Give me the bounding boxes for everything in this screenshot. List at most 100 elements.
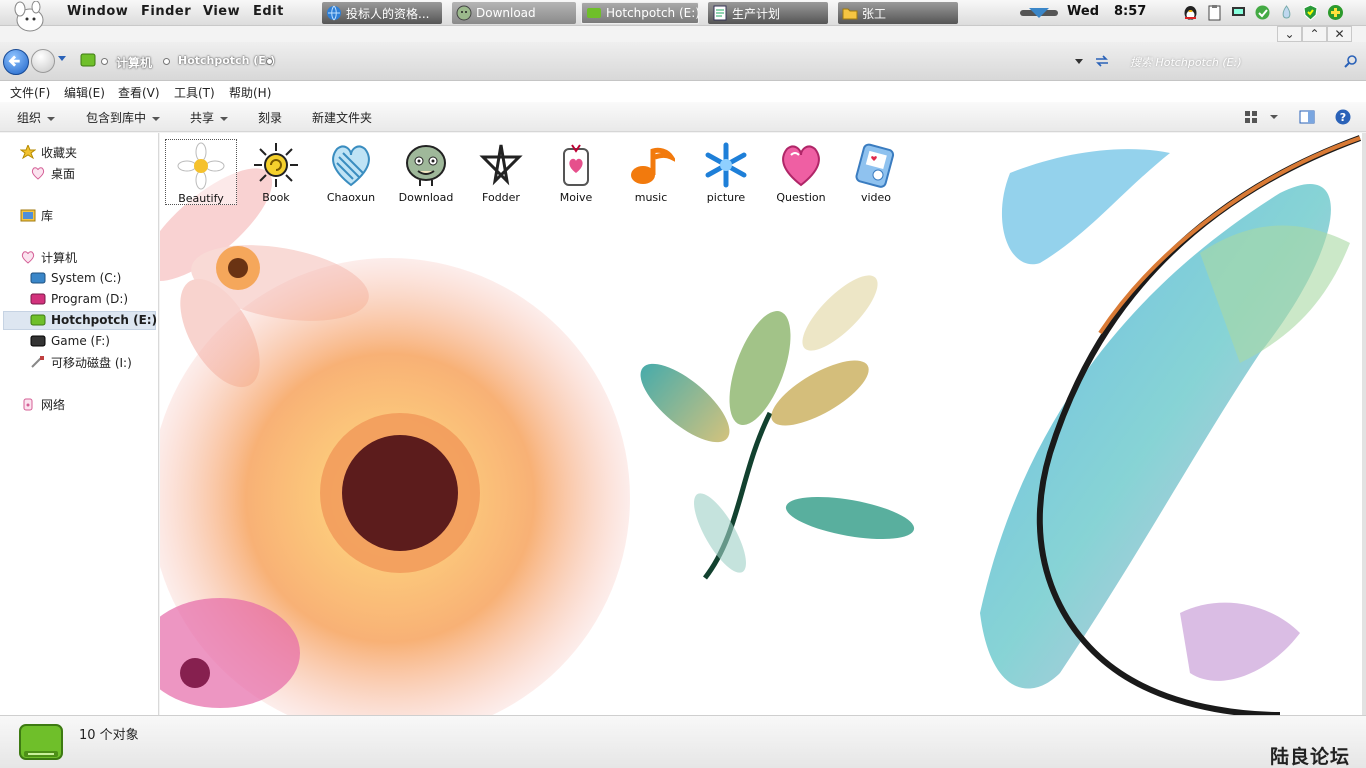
chevron-down-icon: [220, 116, 229, 121]
maximize-button[interactable]: ⌃: [1302, 26, 1327, 42]
drive-green-icon: [80, 53, 96, 67]
sidebar-item-network[interactable]: 网络: [20, 394, 65, 414]
network-cable-icon[interactable]: [1230, 4, 1247, 21]
heart-outline-icon: [31, 167, 45, 180]
navigation-pane: 收藏夹 桌面 库 计算机 System (C:) Program (D:) Ho…: [0, 133, 159, 715]
organize-button[interactable]: 组织: [17, 109, 56, 126]
breadcrumb-drive[interactable]: Hotchpotch (E:): [178, 54, 275, 67]
wallpaper-image: [160, 135, 1362, 715]
drive-blue-icon: [30, 272, 46, 284]
history-dropdown-icon[interactable]: [58, 56, 66, 61]
security-shield-icon[interactable]: [1254, 4, 1271, 21]
task-button-hotchpotch[interactable]: Hotchpotch (E:): [581, 2, 699, 24]
sidebar-item-drive-d[interactable]: Program (D:): [30, 289, 128, 309]
update-plus-icon[interactable]: [1327, 4, 1344, 21]
snowflake-icon: [705, 142, 747, 188]
menu-file[interactable]: 文件(F): [10, 84, 50, 101]
clock-time[interactable]: 8:57: [1114, 4, 1146, 19]
folder-item-video[interactable]: video: [840, 139, 912, 205]
network-icon: [23, 398, 33, 411]
menu-tools[interactable]: 工具(T): [174, 84, 215, 101]
sidebar-item-drive-i[interactable]: 可移动磁盘 (I:): [30, 352, 132, 372]
water-drop-icon[interactable]: [1278, 4, 1295, 21]
drive-green-large-icon: [19, 724, 63, 760]
folder-item-beautify[interactable]: Beautify: [165, 139, 237, 205]
folder-face-icon: [456, 5, 472, 21]
globe-icon: [327, 5, 341, 21]
sidebar-item-computer[interactable]: 计算机: [20, 247, 77, 267]
clipboard-icon[interactable]: [1206, 4, 1223, 21]
menu-edit[interactable]: Edit: [253, 4, 284, 19]
close-button[interactable]: ✕: [1327, 26, 1352, 42]
help-icon[interactable]: ?: [1335, 109, 1351, 125]
breadcrumb-separator[interactable]: [101, 58, 108, 65]
view-dropdown-icon[interactable]: [1270, 115, 1278, 119]
task-button-plan[interactable]: 生产计划: [708, 2, 828, 24]
menu-window[interactable]: Window: [67, 4, 128, 19]
minimize-button[interactable]: ⌄: [1277, 26, 1302, 42]
antivirus-shield-icon[interactable]: [1302, 4, 1319, 21]
refresh-icon[interactable]: [1094, 54, 1110, 68]
sidebar-item-favorites[interactable]: 收藏夹: [20, 142, 77, 162]
folder-yellow-icon: [842, 8, 858, 20]
star-doodle-icon: [479, 144, 523, 186]
menu-bar: 文件(F) 编辑(E) 查看(V) 工具(T) 帮助(H): [0, 81, 1366, 102]
heart-outline-icon: [21, 251, 35, 264]
new-folder-button[interactable]: 新建文件夹: [312, 109, 372, 126]
folder-item-music[interactable]: music: [615, 139, 687, 205]
menu-help[interactable]: 帮助(H): [229, 84, 271, 101]
folder-item-download[interactable]: Download: [390, 139, 462, 205]
scrollbar-track[interactable]: [1362, 133, 1366, 715]
address-dropdown-icon[interactable]: [1075, 59, 1083, 64]
folder-item-moive[interactable]: Moive: [540, 139, 612, 205]
menu-view[interactable]: View: [203, 4, 240, 19]
usb-drive-icon: [31, 356, 44, 368]
apple-bunny-logo-icon[interactable]: [6, 1, 52, 37]
sidebar-item-drive-e[interactable]: Hotchpotch (E:): [30, 310, 157, 330]
sun-icon: [254, 143, 298, 187]
sidebar-item-desktop[interactable]: 桌面: [30, 163, 75, 183]
include-library-button[interactable]: 包含到库中: [86, 109, 161, 126]
folder-item-fodder[interactable]: Fodder: [465, 139, 537, 205]
menu-finder[interactable]: Finder: [141, 4, 191, 19]
back-arrow-icon: [8, 55, 20, 67]
breadcrumb-separator[interactable]: [266, 58, 273, 65]
forward-button[interactable]: [31, 49, 55, 73]
share-button[interactable]: 共享: [190, 109, 229, 126]
drive-green-icon: [587, 8, 601, 18]
qq-penguin-icon[interactable]: [1182, 4, 1199, 21]
folder-item-book[interactable]: Book: [240, 139, 312, 205]
folder-item-picture[interactable]: picture: [690, 139, 762, 205]
breadcrumb-separator[interactable]: [163, 58, 170, 65]
sidebar-item-library[interactable]: 库: [20, 205, 53, 225]
task-button-download[interactable]: Download: [452, 2, 576, 24]
breadcrumb-computer[interactable]: 计算机: [116, 54, 152, 71]
search-input[interactable]: 搜索 Hotchpotch (E:): [1130, 54, 1242, 70]
task-button-zhanggong[interactable]: 张工: [838, 2, 958, 24]
media-player-icon: [855, 143, 895, 188]
view-options-icon[interactable]: [1244, 110, 1258, 124]
task-button-bid[interactable]: 投标人的资格...: [322, 2, 442, 24]
face-mascot-icon: [406, 145, 446, 186]
star-icon: [20, 145, 36, 159]
svg-text:?: ?: [1340, 111, 1346, 124]
sidebar-item-drive-c[interactable]: System (C:): [30, 268, 121, 288]
menu-edit-cn[interactable]: 编辑(E): [64, 84, 105, 101]
preview-pane-icon[interactable]: [1299, 110, 1315, 124]
chevron-down-icon: [47, 116, 56, 121]
folder-item-question[interactable]: Question: [765, 139, 837, 205]
blue-heart-icon: [332, 145, 370, 187]
folder-item-chaoxun[interactable]: Chaoxun: [315, 139, 387, 205]
burn-button[interactable]: 刻录: [258, 109, 282, 126]
forum-watermark: 陆良论坛: [1270, 746, 1351, 768]
volume-slider-icon[interactable]: [1020, 6, 1058, 20]
file-view[interactable]: Beautify Book Chaoxun Download Fodder Mo…: [160, 133, 1363, 715]
sidebar-item-drive-f[interactable]: Game (F:): [30, 331, 110, 351]
menu-view-cn[interactable]: 查看(V): [118, 84, 160, 101]
back-button[interactable]: [3, 49, 29, 75]
clock-day: Wed: [1067, 4, 1099, 19]
music-note-icon: [631, 147, 675, 184]
command-toolbar: 组织 包含到库中 共享 刻录 新建文件夹 ?: [0, 102, 1366, 132]
item-count: 10 个对象: [79, 728, 139, 743]
search-icon[interactable]: [1344, 54, 1358, 68]
